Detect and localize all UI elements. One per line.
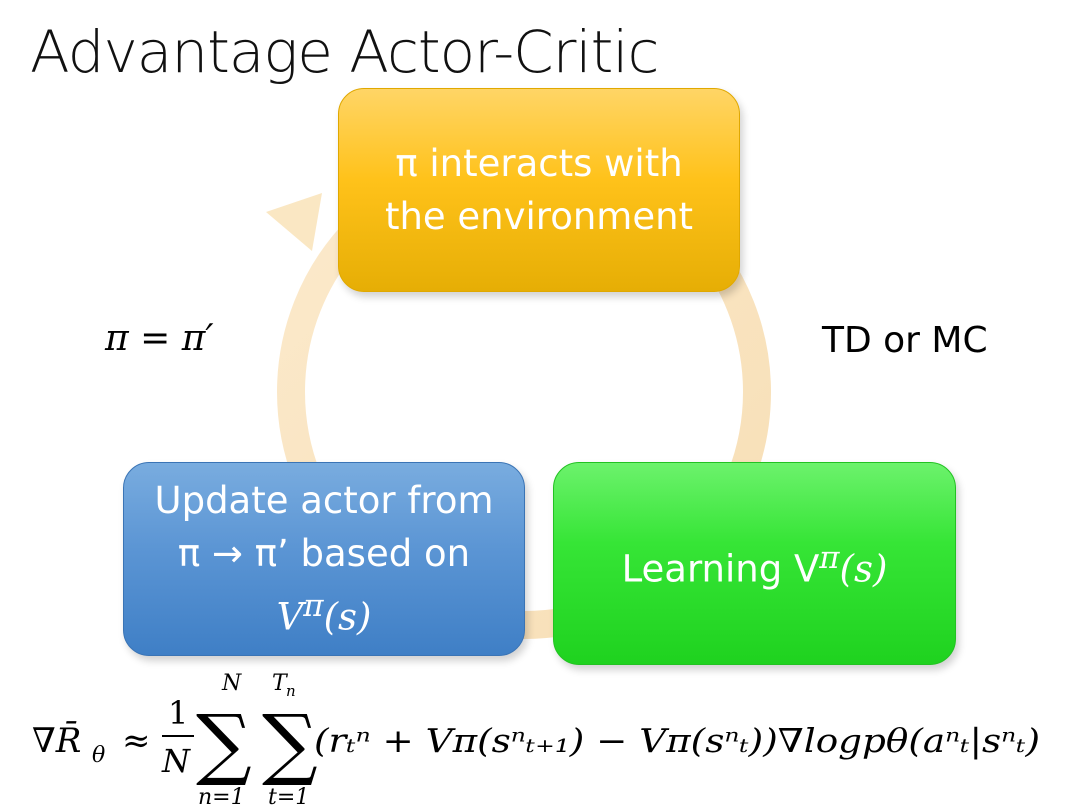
formula-sum2-top-sub: n: [286, 682, 296, 700]
formula-approx: ≈: [122, 721, 151, 761]
formula-frac-num: 1: [168, 694, 188, 732]
formula-sum2-bottom: t=1: [268, 785, 309, 808]
formula-sum1: ∑: [196, 699, 252, 789]
node-update: Update actor from π → π’ based on Vπ(s): [123, 462, 525, 656]
node-learning-tail: (s): [839, 547, 888, 591]
formula-sum1-bottom: n=1: [198, 785, 245, 808]
node-learning-sup: π: [819, 539, 840, 576]
node-update-line3: V: [276, 595, 304, 639]
slide: Advantage Actor-Critic π interacts with …: [0, 0, 1078, 810]
node-learning: Learning Vπ(s): [553, 462, 956, 665]
arrowhead-icon: [266, 193, 322, 251]
edge-label-update: π = π′: [105, 318, 214, 359]
node-interact-line2: the environment: [384, 195, 694, 238]
node-update-sup: π: [303, 588, 324, 625]
formula-lhs: ∇R̄: [32, 720, 81, 761]
formula-frac-den: N: [161, 742, 191, 780]
node-interact: π interacts with the environment: [338, 88, 740, 292]
gradient-formula: ∇R̄ θ ≈ 1 N ∑ N n=1 ∑ T n t=1 (rₜⁿ + Vπ(…: [32, 671, 1040, 808]
node-learning-line1: Learning V: [621, 547, 820, 591]
node-update-line2: π → π’ based on: [177, 532, 471, 576]
node-update-tail: (s): [323, 595, 372, 639]
node-update-line3-wrap: Vπ(s): [155, 580, 494, 643]
node-interact-line1: π interacts with: [395, 142, 683, 185]
formula-lhs-sub: θ: [92, 743, 105, 768]
formula-body: (rₜⁿ + Vπ(sⁿₜ₊₁) − Vπ(sⁿₜ))∇logpθ(aⁿₜ|sⁿ…: [314, 721, 1040, 760]
formula-sum2: ∑: [262, 699, 318, 789]
edge-label-td-mc: TD or MC: [822, 320, 988, 361]
node-update-line1: Update actor from: [154, 479, 494, 523]
formula-sum1-top: N: [221, 671, 242, 696]
node-learning-label: Learning Vπ(s): [622, 532, 888, 595]
